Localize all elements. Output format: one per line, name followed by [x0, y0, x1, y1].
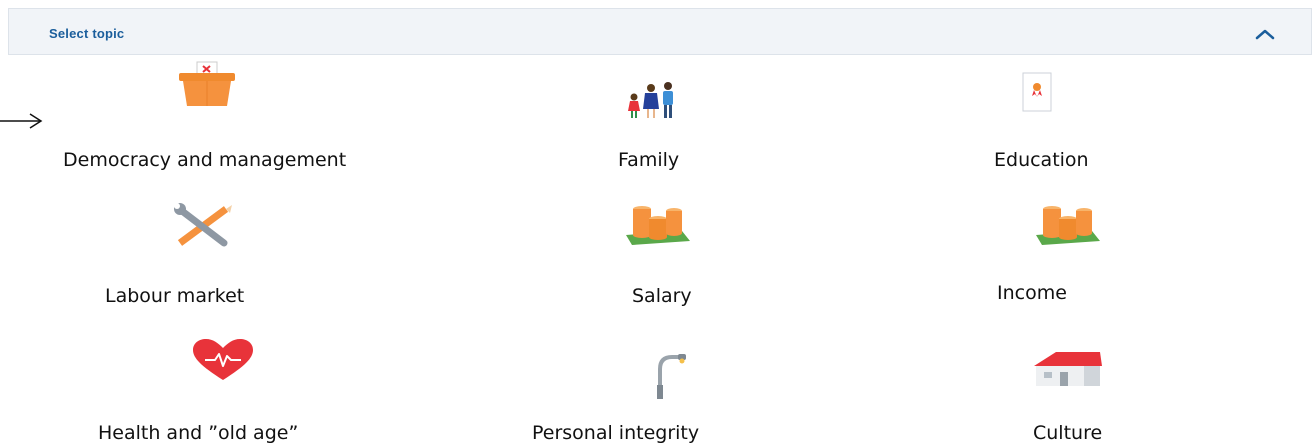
topic-label: Income [997, 282, 1067, 304]
topic-income[interactable]: Income [990, 195, 1130, 310]
topic-labour-market[interactable]: Labour market [100, 195, 320, 310]
coins-icon [626, 206, 690, 245]
topic-health[interactable]: Health and ”old age” [95, 335, 325, 445]
chevron-up-icon[interactable] [1255, 28, 1275, 40]
house-icon [1034, 352, 1102, 386]
topic-culture[interactable]: Culture [1020, 335, 1130, 445]
select-topic-title: Select topic [49, 26, 125, 41]
family-icon [628, 82, 673, 118]
select-topic-header[interactable]: Select topic [8, 8, 1312, 55]
street-lamp-icon [657, 354, 686, 399]
tools-icon [174, 203, 232, 247]
topic-label: Health and ”old age” [98, 422, 299, 444]
topic-personal-integrity[interactable]: Personal integrity [530, 335, 750, 445]
topic-label: Education [994, 149, 1089, 171]
topic-family[interactable]: Family [600, 60, 710, 180]
heart-pulse-icon [193, 339, 253, 380]
topic-label: Personal integrity [532, 422, 700, 444]
diploma-icon [1022, 72, 1052, 112]
topic-label: Labour market [105, 285, 245, 307]
topic-democracy[interactable]: Democracy and management [60, 60, 420, 180]
topic-label: Culture [1033, 422, 1103, 444]
topic-label: Democracy and management [63, 149, 347, 171]
arrow-right-icon [0, 113, 43, 129]
topic-label: Family [618, 149, 680, 171]
topic-label: Salary [632, 285, 692, 307]
topic-education[interactable]: Education [990, 60, 1130, 180]
ballot-box-icon [179, 61, 235, 106]
coins-icon [1036, 206, 1100, 245]
topic-salary[interactable]: Salary [620, 195, 720, 310]
